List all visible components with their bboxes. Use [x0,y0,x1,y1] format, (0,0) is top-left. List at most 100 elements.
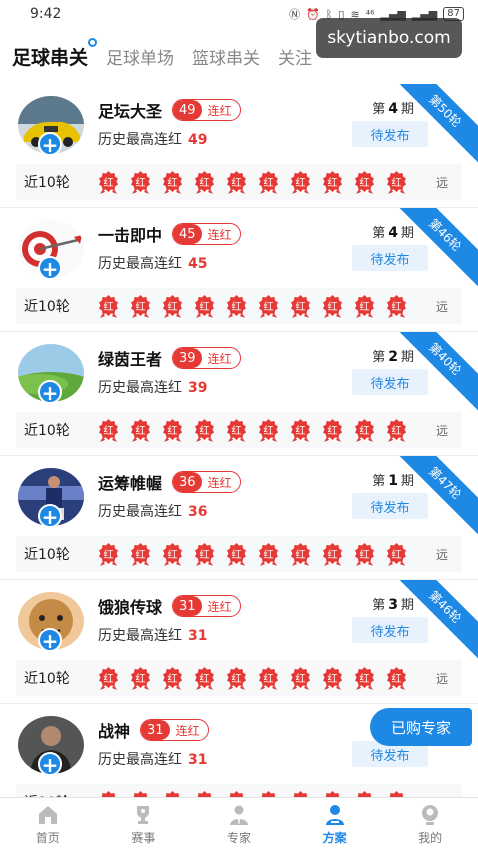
expert-card[interactable]: + 绿茵王者 39 连红 历史最高连红 39 第2期 待发布 第40轮 近10轮 … [0,332,478,456]
plan-icon [325,804,344,825]
recent-badges: 红红红红红红红红红红 [96,170,409,195]
profile-icon [422,804,439,825]
tab-basketball-parlay[interactable]: 篮球串关 [192,44,260,69]
red-badge-icon: 红 [256,170,281,195]
red-badge-icon: 红 [160,790,185,797]
nav-mine[interactable]: 我的 [382,798,478,850]
follow-plus-icon[interactable]: + [38,628,62,652]
history-best: 历史最高连红 31 [98,628,208,644]
nfc-icon: Ⓝ [289,8,301,21]
red-badge-icon: 红 [128,790,153,797]
red-badge-icon: 红 [320,294,345,319]
streak-count: 45 [173,224,202,244]
expert-card[interactable]: + 饿狼传球 31 连红 历史最高连红 31 第3期 待发布 第46轮 近10轮 … [0,580,478,704]
pending-button[interactable]: 待发布 [352,245,428,271]
pending-button[interactable]: 待发布 [352,369,428,395]
red-badge-icon: 红 [288,790,313,797]
nav-events[interactable]: 赛事 [96,798,192,850]
red-badge-icon: 红 [320,790,345,797]
red-badge-icon: 红 [160,170,185,195]
history-best: 历史最高连红 39 [98,380,208,396]
tab-follow[interactable]: 关注 [278,44,312,69]
red-badge-icon: 红 [96,170,121,195]
name-row: 绿茵王者 39 连红 [98,346,241,370]
recent-label: 近10轮 [24,547,70,563]
pending-button[interactable]: 待发布 [352,493,428,519]
follow-plus-icon[interactable]: + [38,752,62,776]
streak-count: 31 [173,596,202,616]
bought-experts-button[interactable]: 已购专家 [370,708,472,746]
red-badge-icon: 红 [384,790,409,797]
expert-name: 战神 [98,722,131,741]
recent-label: 近10轮 [24,175,70,191]
red-badge-icon: 红 [352,170,377,195]
red-badge-icon: 红 [192,170,217,195]
bottom-nav: 首页 赛事 专家 方案 我的 [0,797,478,850]
history-best: 历史最高连红 45 [98,256,208,272]
red-badge-icon: 红 [320,418,345,443]
pending-button[interactable]: 待发布 [352,121,428,147]
recent-results-row: 近10轮 红红红红红红红红红红 远 [16,164,462,200]
streak-badge: 31 连红 [140,719,209,741]
expert-card[interactable]: + 运筹帷幄 36 连红 历史最高连红 36 第1期 待发布 第47轮 近10轮 … [0,456,478,580]
red-badge-icon: 红 [288,666,313,691]
streak-badge: 31 连红 [172,595,241,617]
far-label: 远 [435,299,448,314]
nav-plans[interactable]: 方案 [287,798,383,850]
period-label: 第2期 [372,349,414,365]
nav-home[interactable]: 首页 [0,798,96,850]
red-badge-icon: 红 [384,542,409,567]
name-row: 一击即中 45 连红 [98,222,241,246]
red-badge-icon: 红 [192,790,217,797]
history-best: 历史最高连红 36 [98,504,208,520]
tab-football-single[interactable]: 足球单场 [106,44,174,69]
pending-button[interactable]: 待发布 [352,617,428,643]
red-badge-icon: 红 [192,418,217,443]
streak-label: 连红 [207,103,232,118]
expert-card-top: + 绿茵王者 39 连红 历史最高连红 39 第2期 待发布 第40轮 [0,332,478,415]
red-badge-icon: 红 [192,294,217,319]
status-time: 9:42 [30,6,62,22]
red-badge-icon: 红 [384,294,409,319]
streak-label: 连红 [207,227,232,242]
history-best: 历史最高连红 49 [98,132,208,148]
expert-card[interactable]: + 足坛大圣 49 连红 历史最高连红 49 第4期 待发布 第50轮 近10轮 … [0,84,478,208]
nav-experts[interactable]: 专家 [191,798,287,850]
trophy-icon [137,805,150,824]
expert-card[interactable]: + 一击即中 45 连红 历史最高连红 45 第4期 待发布 第46轮 近10轮 … [0,208,478,332]
far-label: 远 [435,423,448,438]
red-badge-icon: 红 [128,170,153,195]
red-badge-icon: 红 [160,666,185,691]
name-row: 运筹帷幄 36 连红 [98,470,241,494]
red-badge-icon: 红 [384,170,409,195]
follow-plus-icon[interactable]: + [38,380,62,404]
recent-label: 近10轮 [24,423,70,439]
red-badge-icon: 红 [352,666,377,691]
recent-badges: 红红红红红红红红红红 [96,542,409,567]
recent-badges: 红红红红红红红红红红 [96,418,409,443]
red-badge-icon: 红 [320,666,345,691]
streak-count: 49 [173,100,202,120]
red-badge-icon: 红 [96,418,121,443]
streak-label: 连红 [175,723,200,738]
red-badge-icon: 红 [96,790,121,797]
tab-football-parlay[interactable]: 足球串关 [12,37,98,70]
follow-plus-icon[interactable]: + [38,256,62,280]
red-badge-icon: 红 [160,542,185,567]
history-best: 历史最高连红 31 [98,752,208,768]
streak-badge: 49 连红 [172,99,241,121]
red-badge-icon: 红 [224,294,249,319]
red-badge-icon: 红 [160,294,185,319]
red-badge-icon: 红 [256,294,281,319]
follow-plus-icon[interactable]: + [38,504,62,528]
follow-plus-icon[interactable]: + [38,132,62,156]
red-badge-icon: 红 [128,542,153,567]
red-badge-icon: 红 [256,542,281,567]
red-badge-icon: 红 [256,666,281,691]
far-label: 远 [435,175,448,190]
red-badge-icon: 红 [288,170,313,195]
red-badge-icon: 红 [256,418,281,443]
red-badge-icon: 红 [352,542,377,567]
red-badge-icon: 红 [224,542,249,567]
red-badge-icon: 红 [320,170,345,195]
